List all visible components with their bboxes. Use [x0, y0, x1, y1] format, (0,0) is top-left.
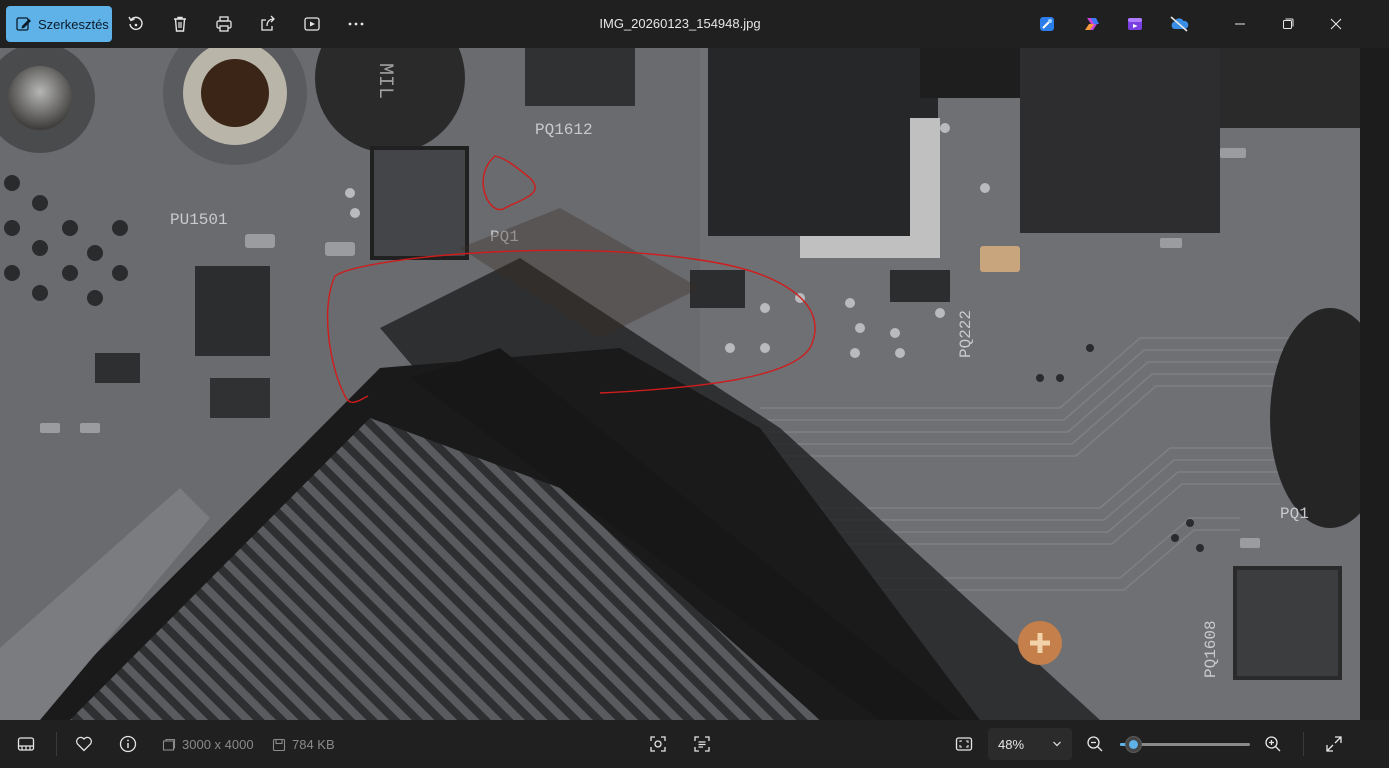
- delete-icon[interactable]: [168, 12, 192, 36]
- photo-canvas[interactable]: MIL PU1501 PQ1612 PQ1 PQ222 PQ1608 PQ1: [0, 48, 1360, 720]
- designer-icon[interactable]: [1035, 12, 1059, 36]
- pcb-label: PQ1: [1280, 505, 1309, 523]
- zoom-slider[interactable]: [1120, 736, 1250, 753]
- filesize-info: 784 KB: [272, 737, 335, 752]
- file-name: IMG_20260123_154948.jpg: [599, 16, 761, 31]
- chevron-down-icon: [1053, 741, 1061, 747]
- status-bar: 3000 x 4000 784 KB 48%: [0, 720, 1389, 768]
- zoom-slider-thumb[interactable]: [1125, 736, 1142, 753]
- filesize-text: 784 KB: [292, 737, 335, 752]
- zoom-in-icon[interactable]: [1263, 734, 1283, 754]
- clipchamp-icon[interactable]: [1123, 12, 1147, 36]
- close-icon[interactable]: [1324, 12, 1348, 36]
- rotate-icon[interactable]: [124, 12, 148, 36]
- minimize-icon[interactable]: [1228, 12, 1252, 36]
- pcb-label: PU1501: [170, 211, 228, 229]
- info-icon[interactable]: [118, 734, 138, 754]
- more-icon[interactable]: [344, 12, 368, 36]
- fullscreen-icon[interactable]: [1324, 734, 1344, 754]
- copilot-icon[interactable]: [1080, 12, 1104, 36]
- title-bar: Szerkesztés IMG_20260123_154948.jpg: [0, 0, 1389, 48]
- slideshow-icon[interactable]: [300, 12, 324, 36]
- scrollbar-track: [1360, 48, 1389, 720]
- edit-button-label: Szerkesztés: [38, 16, 109, 32]
- dimensions-text: 3000 x 4000: [182, 737, 254, 752]
- save-icon: [272, 738, 286, 751]
- svg-text:MIL: MIL: [373, 63, 396, 99]
- divider: [1303, 732, 1304, 756]
- image-size-icon: [162, 738, 176, 751]
- favorite-icon[interactable]: [74, 734, 94, 754]
- dimensions-info: 3000 x 4000: [162, 737, 254, 752]
- print-icon[interactable]: [212, 12, 236, 36]
- motherboard-photo: MIL PU1501 PQ1612 PQ1 PQ222 PQ1608 PQ1: [0, 48, 1360, 720]
- zoom-value: 48%: [998, 736, 1025, 752]
- edit-icon: [16, 17, 31, 31]
- divider: [56, 732, 57, 756]
- pcb-label: PQ1608: [1202, 620, 1220, 678]
- visual-search-icon[interactable]: [648, 734, 668, 754]
- onedrive-icon[interactable]: [1167, 12, 1191, 36]
- edit-button[interactable]: Szerkesztés: [6, 6, 112, 42]
- text-scan-icon[interactable]: [692, 734, 712, 754]
- share-icon[interactable]: [256, 12, 280, 36]
- maximize-icon[interactable]: [1276, 12, 1300, 36]
- pcb-label: PQ222: [957, 310, 975, 358]
- zoom-out-icon[interactable]: [1085, 734, 1105, 754]
- pcb-label: PQ1612: [535, 121, 593, 139]
- filmstrip-icon[interactable]: [16, 734, 36, 754]
- zoom-dropdown[interactable]: 48%: [988, 728, 1072, 760]
- fit-to-window-icon[interactable]: [954, 734, 974, 754]
